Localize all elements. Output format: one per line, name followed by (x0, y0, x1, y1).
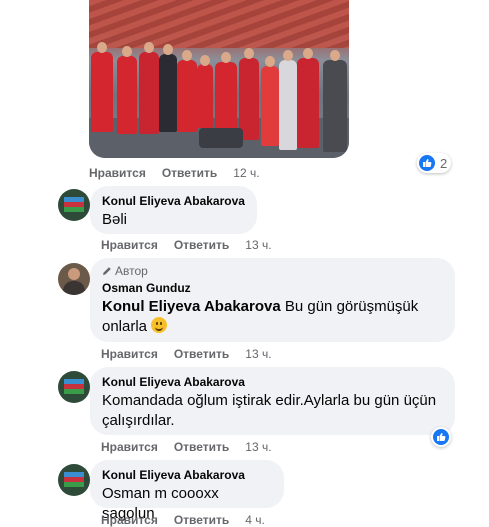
like-icon (419, 155, 435, 171)
comment-actions: Нравится Ответить 13 ч. (101, 347, 288, 361)
timestamp[interactable]: 13 ч. (245, 238, 271, 252)
timestamp[interactable]: 12 ч. (233, 166, 259, 180)
avatar[interactable] (58, 189, 90, 221)
comment-bubble: Konul Eliyeva Abakarova Bəli (90, 186, 257, 234)
reply-button[interactable]: Ответить (174, 347, 229, 361)
comment-bubble: Konul Eliyeva Abakarova Osman m coooxx s… (90, 460, 284, 522)
comment-author[interactable]: Osman Gunduz (102, 281, 443, 295)
like-icon (433, 429, 449, 445)
post-photo[interactable] (89, 0, 349, 158)
reply-button[interactable]: Ответить (174, 238, 229, 252)
comment-actions: Нравится Ответить 13 ч. (101, 440, 288, 454)
like-button[interactable]: Нравится (89, 166, 146, 180)
author-badge-label: Автор (115, 264, 148, 278)
comment-text-line1: Komandada oğlum iştirak edir.Aylarla bu … (102, 392, 437, 409)
comment-author[interactable]: Konul Eliyeva Abakarova (102, 468, 272, 482)
comment-text: Bəli (102, 211, 128, 228)
reaction-like[interactable] (431, 427, 451, 447)
comment-author[interactable]: Konul Eliyeva Abakarova (102, 375, 443, 389)
comment-bubble: Автор Osman Gunduz Konul Eliyeva Abakaro… (90, 258, 455, 342)
avatar[interactable] (58, 263, 90, 295)
like-button[interactable]: Нравится (101, 238, 158, 252)
like-button[interactable]: Нравится (101, 347, 158, 361)
reply-button[interactable]: Ответить (162, 166, 217, 180)
comment-text-line1: Bu gün görüşmüşük (280, 298, 419, 315)
reaction-count-label: 2 (440, 155, 448, 171)
reaction-count[interactable]: 2 (417, 153, 452, 173)
comment-text-line2-row: onlarla (102, 317, 443, 337)
photo-stands (89, 0, 349, 48)
timestamp[interactable]: 13 ч. (245, 440, 271, 454)
avatar[interactable] (58, 464, 90, 496)
comment-bubble: Konul Eliyeva Abakarova Komandada oğlum … (90, 367, 455, 435)
comment-text-line2: çalışırdılar. (102, 412, 175, 429)
post-comment-actions: Нравится Ответить 12 ч. (89, 166, 276, 180)
mention-link[interactable]: Konul Eliyeva Abakarova (102, 298, 281, 315)
comment-text: Konul Eliyeva Abakarova Bu gün görüşmüşü… (102, 297, 443, 317)
timestamp[interactable]: 13 ч. (245, 347, 271, 361)
comment-author[interactable]: Konul Eliyeva Abakarova (102, 194, 245, 208)
author-badge: Автор (102, 264, 443, 278)
smiling-face-emoji (151, 317, 168, 333)
reply-button[interactable]: Ответить (174, 440, 229, 454)
avatar[interactable] (58, 371, 90, 403)
comment-text-line2: onlarla (102, 318, 148, 335)
like-button[interactable]: Нравится (101, 440, 158, 454)
comment-actions: Нравится Ответить 13 ч. (101, 238, 288, 252)
pencil-icon (103, 267, 111, 275)
